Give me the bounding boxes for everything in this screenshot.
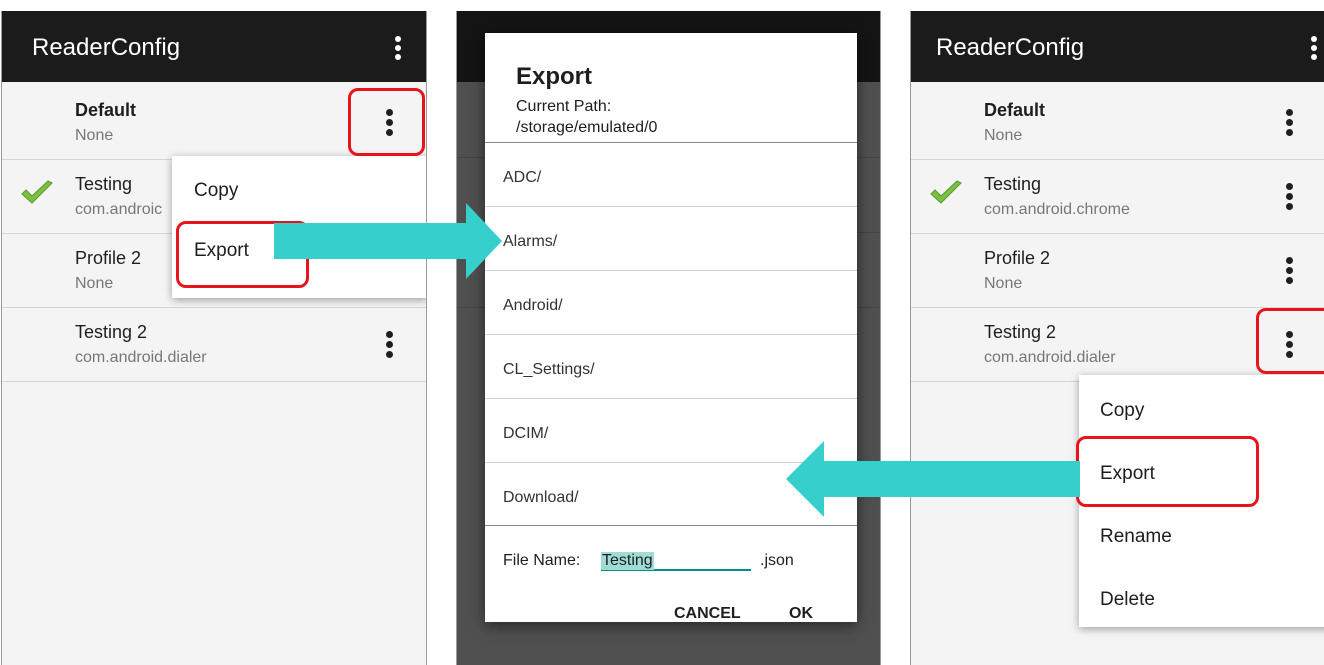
arrow-right-icon	[274, 203, 502, 279]
export-dialog: Export Current Path: /storage/emulated/0…	[485, 33, 857, 622]
file-name-label: File Name:	[503, 552, 581, 569]
check-icon	[21, 180, 53, 204]
folder-name: ADC/	[503, 169, 542, 186]
export-screen: Export Current Path: /storage/emulated/0…	[456, 11, 881, 665]
folder-item[interactable]: Alarms/	[485, 207, 857, 271]
profile-name: Default	[984, 100, 1046, 120]
overflow-menu-icon[interactable]	[393, 35, 403, 61]
profile-name: Default	[75, 100, 137, 120]
check-icon	[930, 180, 962, 204]
divider	[485, 525, 857, 526]
file-name-value: Testing	[601, 552, 654, 570]
profile-name: Profile 2	[984, 248, 1051, 268]
profile-app: None	[984, 127, 1023, 144]
more-options-icon[interactable]	[1284, 107, 1296, 139]
cancel-button[interactable]: CANCEL	[674, 605, 741, 623]
profile-app: com.android.dialer	[75, 349, 207, 366]
folder-name: Alarms/	[503, 233, 558, 250]
file-name-input[interactable]: Testing	[601, 541, 751, 571]
folder-name: CL_Settings/	[503, 361, 595, 378]
ok-button[interactable]: OK	[789, 605, 813, 623]
current-path-value: /storage/emulated/0	[516, 119, 658, 136]
folder-name: Android/	[503, 297, 563, 314]
menu-item-copy[interactable]: Copy	[1100, 400, 1144, 422]
app-title: ReaderConfig	[936, 34, 1085, 61]
overflow-menu-icon[interactable]	[1309, 35, 1319, 61]
profile-name: Testing 2	[75, 322, 148, 342]
folder-item[interactable]: CL_Settings/	[485, 335, 857, 399]
highlight-more-options	[1256, 308, 1324, 374]
profile-item-default[interactable]: Default None	[911, 86, 1324, 160]
file-extension: .json	[760, 552, 794, 569]
app-bar: ReaderConfig	[2, 11, 426, 82]
folder-name: Download/	[503, 489, 579, 506]
more-options-icon[interactable]	[1284, 255, 1296, 287]
folder-name: DCIM/	[503, 425, 549, 442]
profile-app: None	[984, 275, 1023, 292]
more-options-icon[interactable]	[384, 329, 396, 361]
profile-app: com.androic	[75, 201, 163, 218]
menu-item-delete[interactable]: Delete	[1100, 589, 1155, 611]
dialog-title: Export	[516, 63, 593, 90]
profile-app: None	[75, 275, 114, 292]
profile-app: com.android.chrome	[984, 201, 1130, 218]
folder-item[interactable]: Android/	[485, 271, 857, 335]
current-path-label: Current Path:	[516, 98, 612, 115]
more-options-icon[interactable]	[1284, 181, 1296, 213]
app-bar: ReaderConfig	[911, 11, 1324, 82]
highlight-more-options	[348, 88, 425, 156]
menu-item-copy[interactable]: Copy	[194, 180, 238, 202]
profile-item-testing[interactable]: Testing com.android.chrome	[911, 160, 1324, 234]
profile-name: Testing 2	[984, 322, 1057, 342]
folder-item[interactable]: ADC/	[485, 143, 857, 207]
profile-item-testing-2[interactable]: Testing 2 com.android.dialer	[2, 308, 426, 382]
menu-item-rename[interactable]: Rename	[1100, 526, 1172, 548]
profile-app: com.android.dialer	[984, 349, 1116, 366]
highlight-export	[1076, 436, 1259, 507]
profile-name: Testing	[984, 174, 1042, 194]
arrow-left-icon	[786, 441, 1080, 517]
app-title: ReaderConfig	[32, 34, 181, 61]
profile-app: None	[75, 127, 114, 144]
profile-name: Profile 2	[75, 248, 142, 268]
profile-item-profile-2[interactable]: Profile 2 None	[911, 234, 1324, 308]
profile-name: Testing	[75, 174, 133, 194]
